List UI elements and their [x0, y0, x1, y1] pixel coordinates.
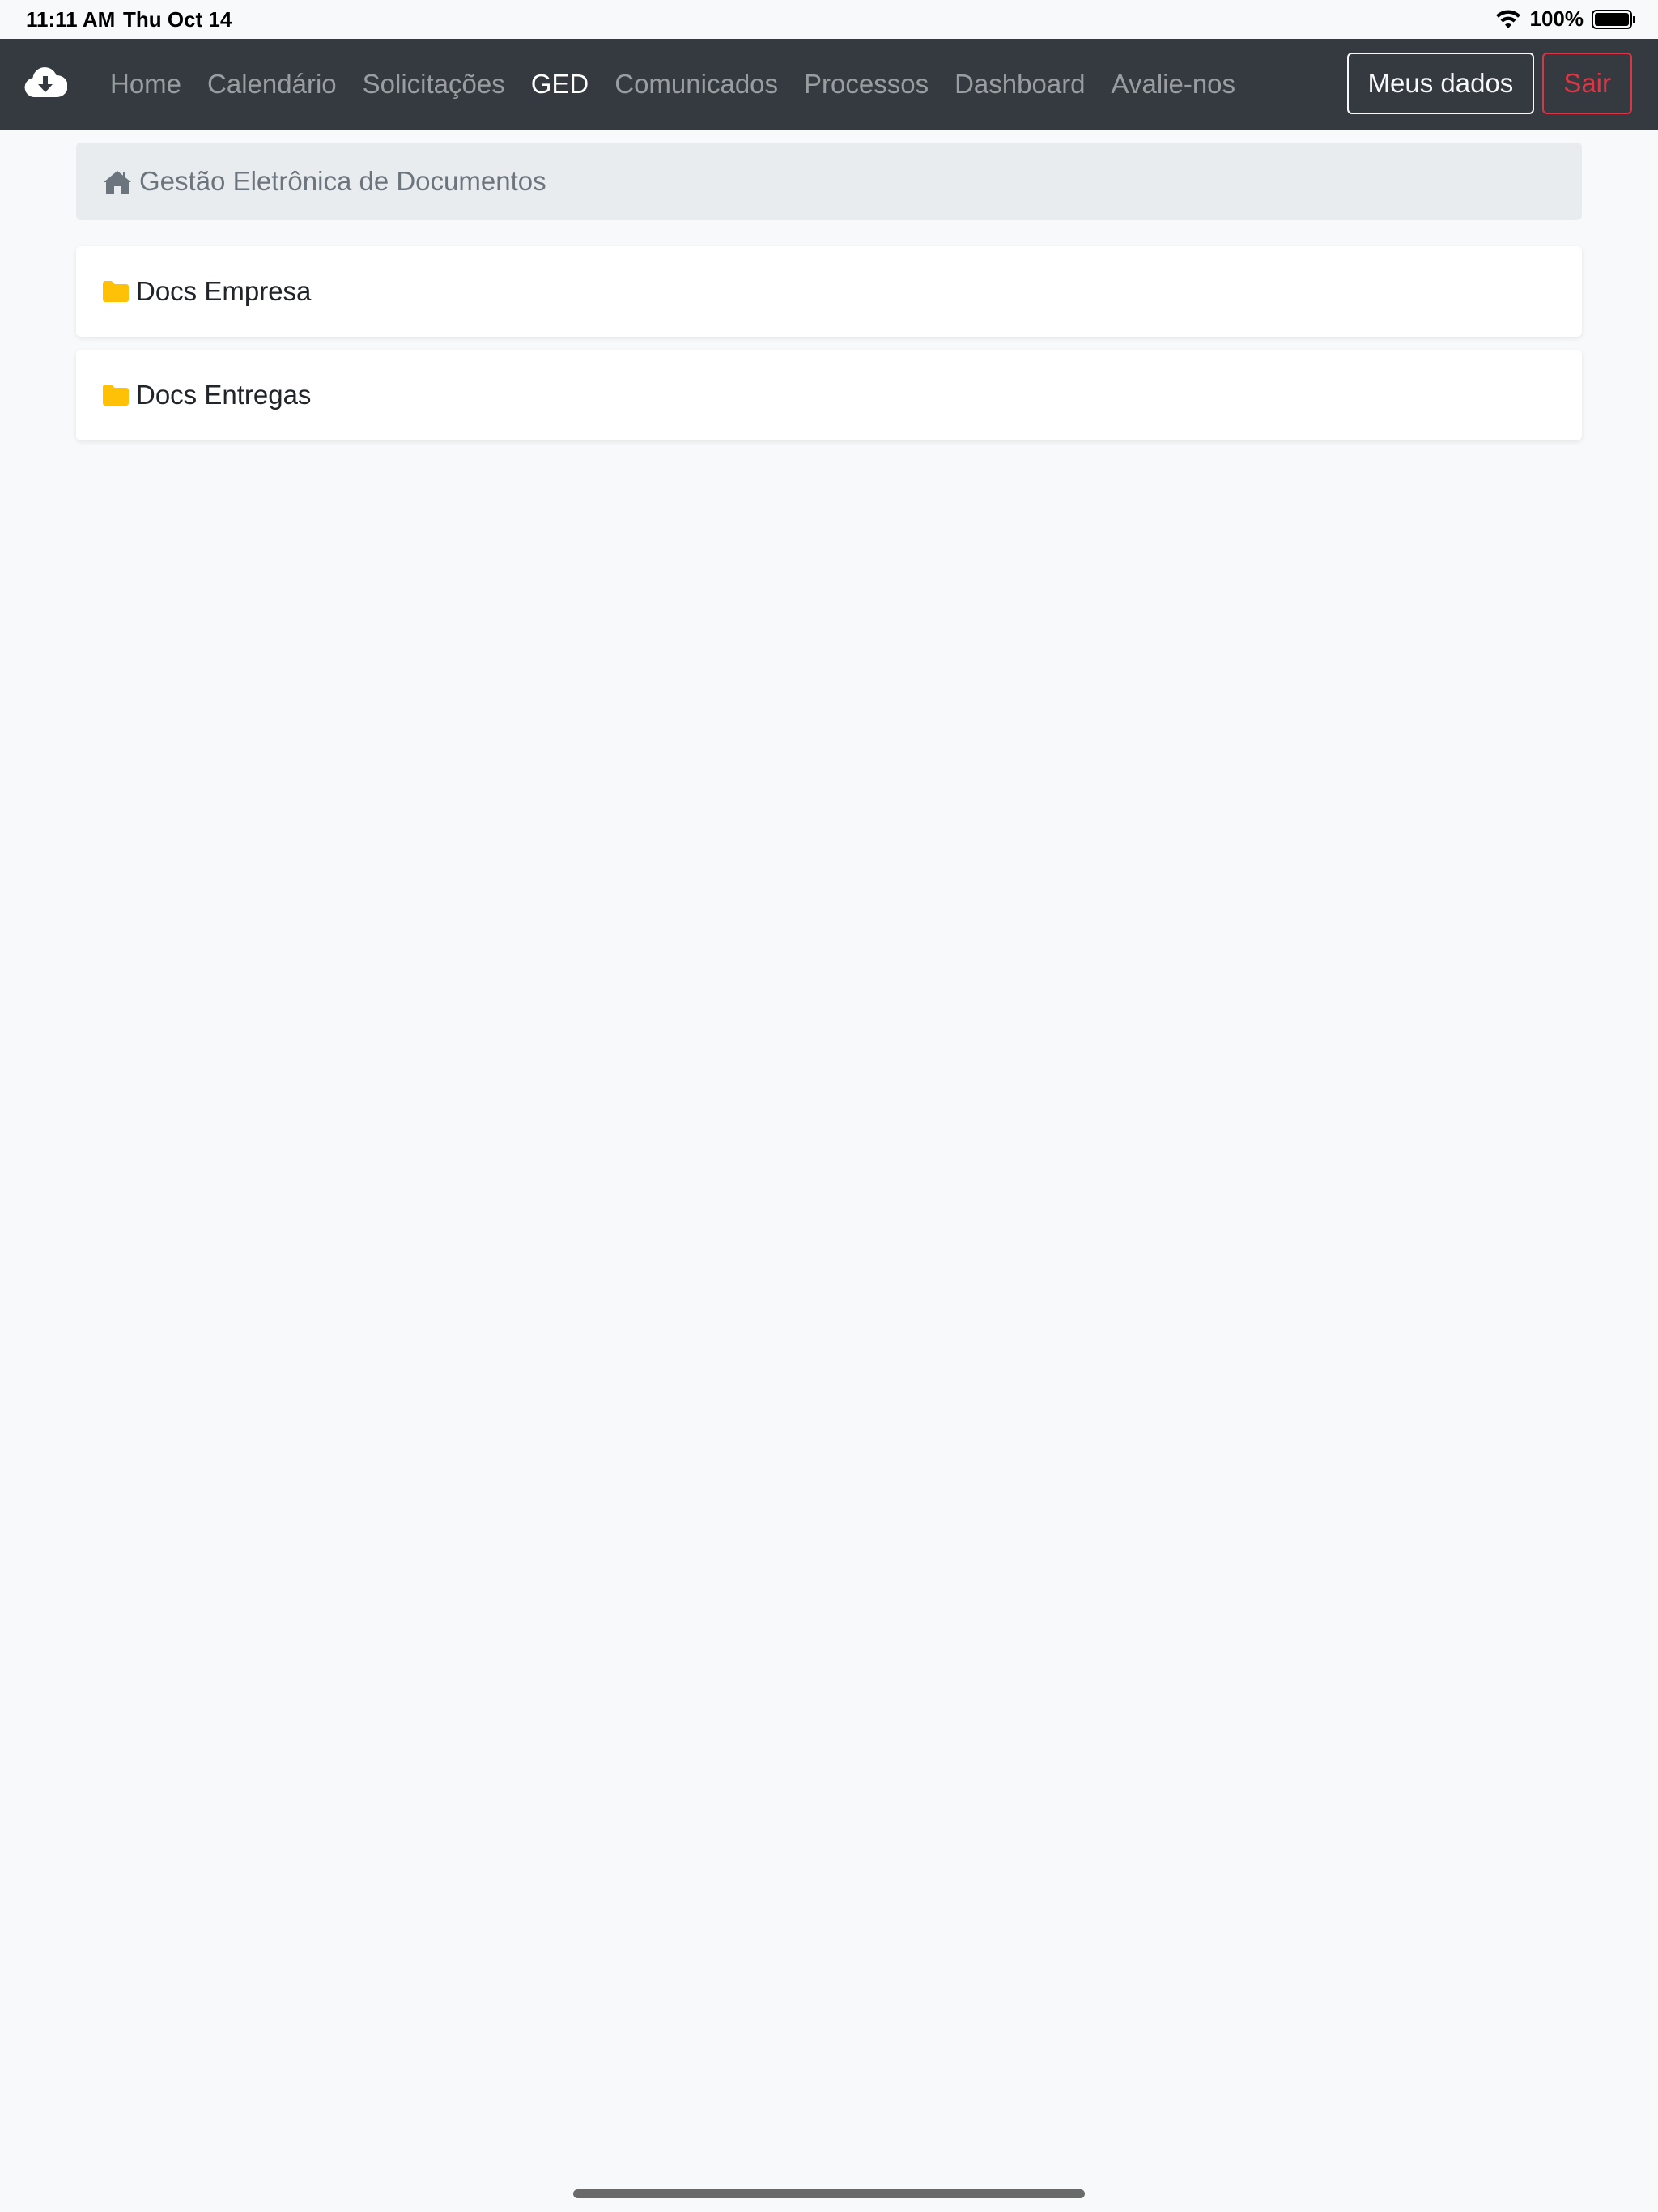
status-bar: 11:11 AM Thu Oct 14 100% [0, 0, 1658, 39]
home-indicator[interactable] [573, 2189, 1085, 2198]
battery-percent: 100% [1529, 6, 1584, 31]
nav-actions: Meus dados Sair [1346, 53, 1632, 114]
cloud-download-icon [24, 67, 67, 97]
folder-icon [103, 385, 129, 406]
nav-link-calendario[interactable]: Calendário [194, 69, 350, 100]
battery-icon [1592, 9, 1635, 29]
nav-link-ged[interactable]: GED [518, 69, 602, 100]
navbar: Home Calendário Solicitações GED Comunic… [0, 39, 1658, 130]
breadcrumb-title: Gestão Eletrônica de Documentos [139, 166, 546, 196]
home-icon[interactable] [102, 168, 133, 194]
folder-item-docs-empresa[interactable]: Docs Empresa [76, 246, 1582, 337]
status-time: 11:11 AM [26, 7, 116, 32]
folder-label: Docs Entregas [136, 380, 312, 410]
nav-link-comunicados[interactable]: Comunicados [602, 69, 791, 100]
breadcrumb: Gestão Eletrônica de Documentos [76, 143, 1582, 220]
wifi-icon [1495, 10, 1520, 28]
folder-icon [103, 281, 129, 302]
logout-button[interactable]: Sair [1542, 53, 1632, 114]
folder-item-docs-entregas[interactable]: Docs Entregas [76, 350, 1582, 440]
status-right: 100% [1494, 6, 1635, 32]
nav-link-dashboard[interactable]: Dashboard [942, 69, 1098, 100]
nav-link-home[interactable]: Home [97, 69, 194, 100]
nav-link-processos[interactable]: Processos [791, 69, 942, 100]
nav-link-solicitacoes[interactable]: Solicitações [350, 69, 518, 100]
brand-logo[interactable] [23, 62, 68, 102]
nav-link-avalie-nos[interactable]: Avalie-nos [1099, 69, 1248, 100]
my-data-button[interactable]: Meus dados [1346, 53, 1535, 114]
nav-links: Home Calendário Solicitações GED Comunic… [97, 39, 1248, 130]
status-date: Thu Oct 14 [123, 7, 232, 32]
folder-label: Docs Empresa [136, 276, 312, 306]
